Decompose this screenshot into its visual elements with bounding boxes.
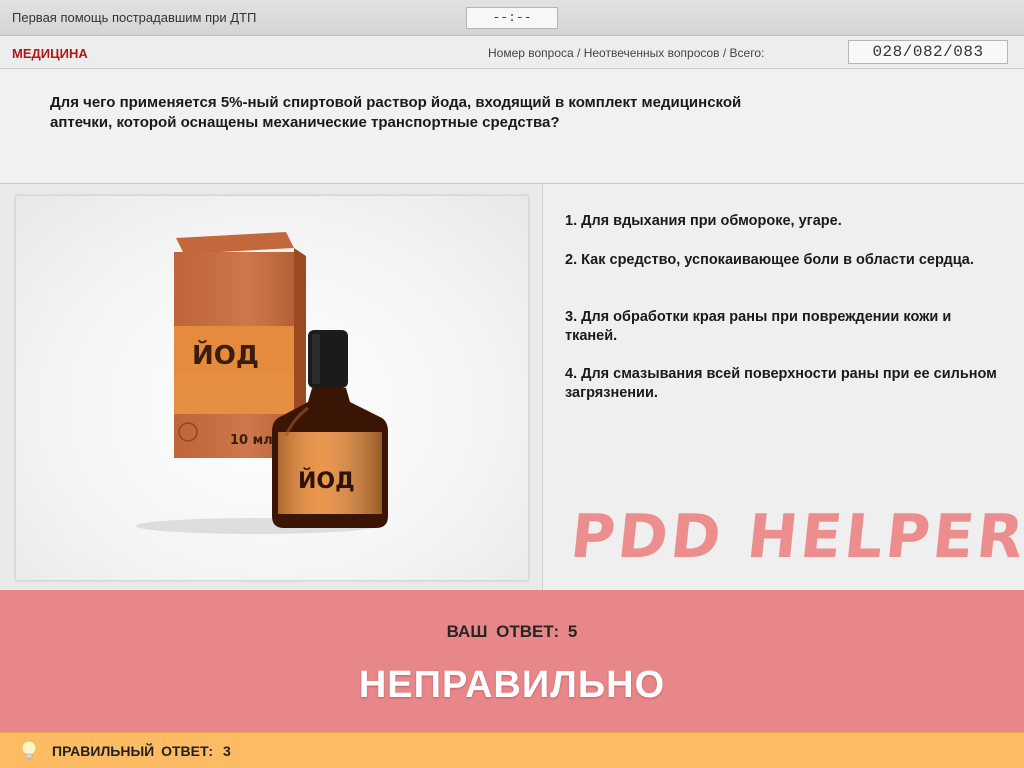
correct-answer-label: ПРАВИЛЬНЫЙ ОТВЕТ: <box>52 743 214 759</box>
question-text: Для чего применяется 5%-ный спиртовой ра… <box>50 93 850 133</box>
question-photo: ЙОД 10 мл ЙОД <box>16 196 528 580</box>
question-line-1: Для чего применяется 5%-ный спиртовой ра… <box>50 94 742 111</box>
answer-option-1[interactable]: 1. Для вдыхания при обмороке, угаре. <box>565 212 1005 231</box>
app-title: Первая помощь пострадавшим при ДТП <box>12 10 257 25</box>
your-answer-label: ВАШ ОТВЕТ: <box>446 622 560 641</box>
question-counter: 028/082/083 <box>848 40 1008 64</box>
lightbulb-icon <box>21 740 37 760</box>
your-answer-value: 5 <box>567 622 578 641</box>
answer-option-4[interactable]: 4. Для смазывания всей поверхности раны … <box>565 365 1005 403</box>
question-line-2: аптечки, которой оснащены механические т… <box>50 114 560 131</box>
box-label-text: ЙОД <box>192 339 259 371</box>
title-bar: Первая помощь пострадавшим при ДТП --:-- <box>0 0 1024 36</box>
question-counter-label: Номер вопроса / Неотвеченных вопросов / … <box>488 46 765 60</box>
info-bar: МЕДИЦИНА Номер вопроса / Неотвеченных во… <box>0 36 1024 69</box>
box-volume-text: 10 мл <box>230 433 273 448</box>
correct-answer: ПРАВИЛЬНЫЙ ОТВЕТ: 3 <box>52 743 231 759</box>
answer-option-2[interactable]: 2. Как средство, успокаивающее боли в об… <box>565 251 1005 270</box>
category-label: МЕДИЦИНА <box>12 46 88 61</box>
bottle-label-text: ЙОД <box>298 468 355 494</box>
answer-option-3[interactable]: 3. Для обработки края раны при поврежден… <box>565 308 1005 346</box>
correct-answer-bar: ПРАВИЛЬНЫЙ ОТВЕТ: 3 <box>0 732 1024 768</box>
question-image-panel: ЙОД 10 мл ЙОД <box>0 184 543 590</box>
pdd-helper-watermark: PDD HELPER <box>567 502 1024 572</box>
correct-answer-value: 3 <box>223 743 231 759</box>
iodine-bottle-illustration: ЙОД 10 мл ЙОД <box>136 232 388 534</box>
question-area: Для чего применяется 5%-ный спиртовой ра… <box>0 69 1024 184</box>
answers-panel: 1. Для вдыхания при обмороке, угаре. 2. … <box>543 184 1024 590</box>
result-panel: ВАШ ОТВЕТ: 5 НЕПРАВИЛЬНО <box>0 590 1024 732</box>
timer-display: --:-- <box>466 7 558 29</box>
verdict-text: НЕПРАВИЛЬНО <box>358 664 666 706</box>
your-answer: ВАШ ОТВЕТ: 5 <box>0 622 1024 642</box>
